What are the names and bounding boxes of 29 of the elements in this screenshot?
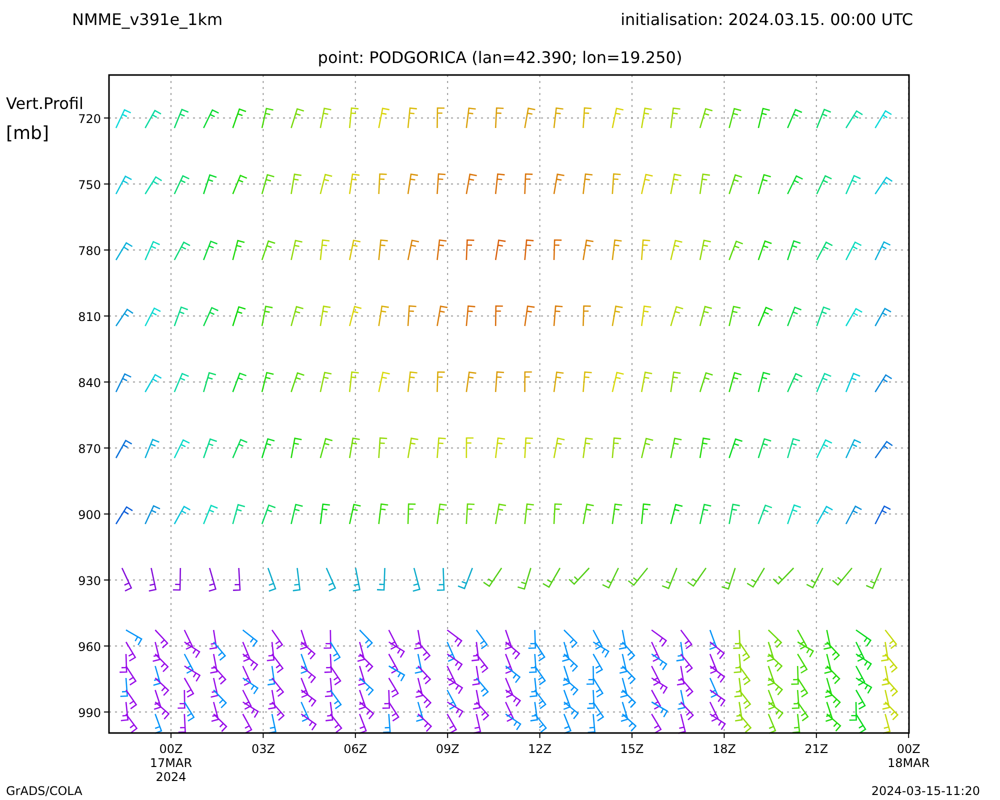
x-tick-label: 12Z [528, 742, 552, 756]
model-title: NMME_v391e_1km [72, 10, 223, 29]
y-tick-label: 900 [78, 508, 101, 522]
x-tick-label: 00Z [896, 742, 920, 756]
software-credit: GrADS/COLA [6, 784, 82, 798]
y-tick-label: 720 [78, 112, 101, 126]
point-subtitle: point: PODGORICA (lan=42.390; lon=19.250) [318, 48, 682, 67]
x-tick-label: 15Z [620, 742, 644, 756]
x-tick-label: 18MAR [888, 756, 930, 770]
x-tick-label: 2024 [156, 770, 186, 784]
x-tick-label: 03Z [251, 742, 275, 756]
y-tick-label: 870 [78, 442, 101, 456]
y-tick-label: 930 [78, 574, 101, 588]
plot-timestamp: 2024-03-15-11:20 [871, 784, 980, 798]
x-tick-label: 17MAR [150, 756, 192, 770]
y-axis-unit: [mb] [6, 123, 50, 144]
initialisation-time: initialisation: 2024.03.15. 00:00 UTC [620, 10, 913, 29]
y-tick-label: 960 [78, 640, 101, 654]
y-tick-label: 810 [78, 310, 101, 324]
x-tick-label: 21Z [804, 742, 828, 756]
y-tick-label: 750 [78, 178, 101, 192]
y-tick-label: 840 [78, 376, 101, 390]
y-axis-title: Vert.Profil [6, 94, 84, 113]
y-tick-label: 990 [78, 706, 101, 720]
x-tick-label: 18Z [712, 742, 736, 756]
x-tick-label: 09Z [436, 742, 460, 756]
x-tick-label: 06Z [344, 742, 368, 756]
y-tick-label: 780 [78, 244, 101, 258]
x-tick-label: 00Z [159, 742, 183, 756]
